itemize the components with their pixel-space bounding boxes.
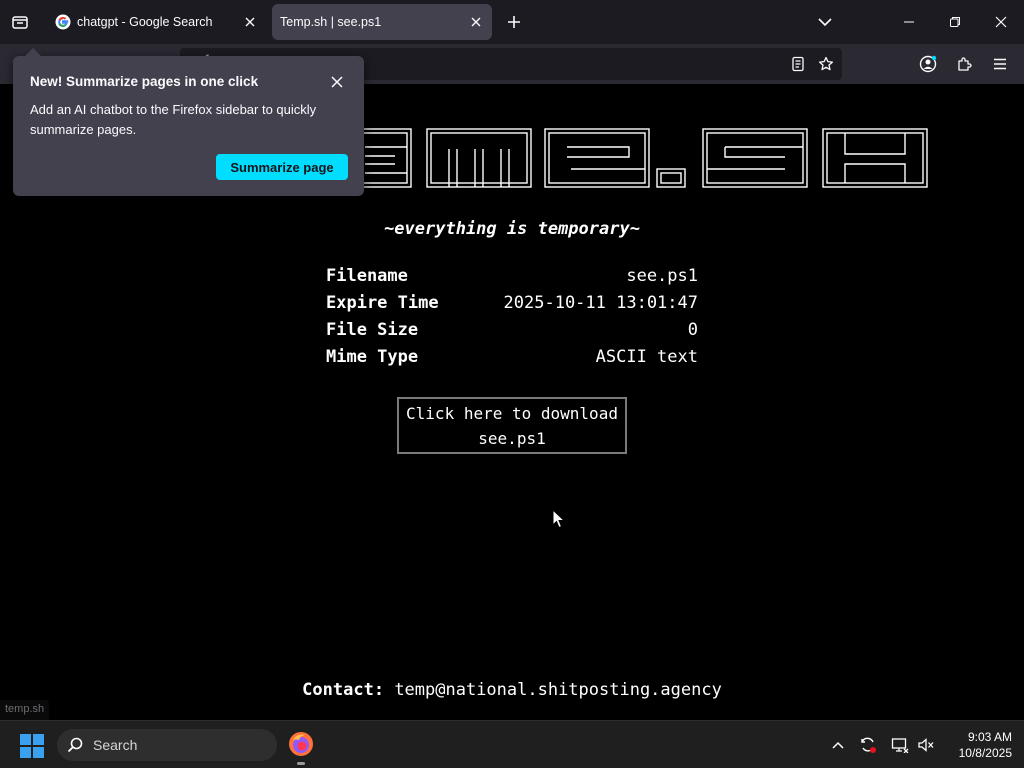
close-tab-button[interactable]	[238, 10, 262, 34]
callout-body: Add an AI chatbot to the Firefox sidebar…	[30, 102, 317, 137]
status-panel-url: temp.sh	[0, 700, 50, 720]
contact-line: Contact: temp@national.shitposting.agenc…	[0, 680, 1024, 700]
plus-icon	[508, 16, 520, 28]
tray-sync-button[interactable]	[858, 735, 878, 755]
contact-label: Contact:	[302, 680, 385, 700]
tab-title: Temp.sh | see.ps1	[280, 15, 382, 29]
list-all-tabs-button[interactable]	[4, 6, 36, 38]
account-button[interactable]	[916, 52, 940, 76]
google-icon	[55, 14, 71, 30]
new-tab-button[interactable]	[500, 8, 528, 36]
sync-icon	[861, 737, 876, 753]
minimize-button[interactable]	[886, 0, 932, 44]
search-label: Search	[93, 737, 138, 753]
file-info-table: Filename see.ps1 Expire Time 2025-10-11 …	[326, 262, 698, 370]
reader-view-icon	[792, 56, 804, 72]
info-row-mime-type: Mime Type ASCII text	[326, 343, 698, 370]
info-value: see.ps1	[626, 265, 698, 286]
info-label: Mime Type	[326, 346, 419, 367]
info-row-expire-time: Expire Time 2025-10-11 13:01:47	[326, 289, 698, 316]
download-button[interactable]: Click here to download see.ps1	[397, 397, 627, 454]
temp-sh-logo	[345, 128, 928, 188]
account-icon	[919, 55, 937, 73]
puzzle-icon	[958, 57, 972, 71]
firefox-view-icon	[12, 16, 28, 29]
minimize-icon	[904, 21, 914, 23]
info-label: Expire Time	[326, 292, 439, 313]
close-icon	[331, 76, 343, 88]
tab-strip: chatgpt - Google Search Temp.sh | see.ps…	[0, 0, 1024, 44]
callout-close-button[interactable]	[325, 70, 349, 94]
firefox-icon[interactable]	[288, 731, 314, 757]
chevron-up-icon	[832, 741, 844, 749]
network-icon	[891, 738, 909, 753]
reader-view-button[interactable]	[786, 52, 810, 76]
running-app-indicator	[297, 762, 305, 765]
info-value: 0	[687, 319, 698, 340]
close-window-button[interactable]	[978, 0, 1024, 44]
callout-arrow	[25, 48, 41, 56]
chevron-down-icon	[818, 18, 832, 27]
star-icon	[818, 56, 834, 71]
info-label: File Size	[326, 319, 419, 340]
info-label: Filename	[326, 265, 408, 286]
search-icon	[67, 737, 83, 753]
hamburger-menu-icon	[994, 58, 1006, 70]
taskbar-clock[interactable]: 9:03 AM 10/8/2025	[942, 729, 1012, 761]
info-row-file-size: File Size 0	[326, 316, 698, 343]
close-tab-button[interactable]	[464, 10, 488, 34]
download-label-line1: Click here to download	[406, 404, 618, 423]
summarize-page-button[interactable]: Summarize page	[216, 154, 348, 180]
tab-title: chatgpt - Google Search	[77, 15, 213, 29]
mouse-cursor-icon	[552, 509, 566, 529]
clock-time: 9:03 AM	[967, 730, 1012, 744]
volume-muted-icon	[918, 738, 934, 752]
contact-email[interactable]: temp@national.shitposting.agency	[394, 680, 722, 700]
info-row-filename: Filename see.ps1	[326, 262, 698, 289]
extensions-button[interactable]	[952, 52, 976, 76]
taskbar-search[interactable]: Search	[57, 729, 277, 761]
windows-start-icon[interactable]	[20, 734, 44, 758]
taskbar: Search 9:03 AM 10/8/2025	[0, 720, 1024, 768]
app-menu-button[interactable]	[988, 52, 1012, 76]
tray-network-button[interactable]	[890, 735, 910, 755]
close-icon	[471, 17, 481, 27]
tab-temp-sh[interactable]: Temp.sh | see.ps1	[272, 4, 492, 40]
close-icon	[245, 17, 255, 27]
tagline: ~everything is temporary~	[384, 219, 640, 239]
restore-button[interactable]	[932, 0, 978, 44]
restore-icon	[950, 17, 960, 27]
clock-date: 10/8/2025	[958, 746, 1012, 760]
callout-title: New! Summarize pages in one click	[30, 74, 259, 89]
show-hidden-icons-button[interactable]	[828, 735, 848, 755]
bookmark-star-button[interactable]	[814, 52, 838, 76]
close-icon	[995, 16, 1007, 28]
tray-volume-button[interactable]	[916, 735, 936, 755]
tab-overflow-button[interactable]	[811, 8, 839, 36]
download-label-line2: see.ps1	[478, 429, 546, 448]
info-value: ASCII text	[595, 346, 698, 367]
summarize-feature-callout: New! Summarize pages in one click Add an…	[13, 48, 364, 196]
tab-google-search[interactable]: chatgpt - Google Search	[44, 4, 266, 40]
info-value: 2025-10-11 13:01:47	[503, 292, 698, 313]
